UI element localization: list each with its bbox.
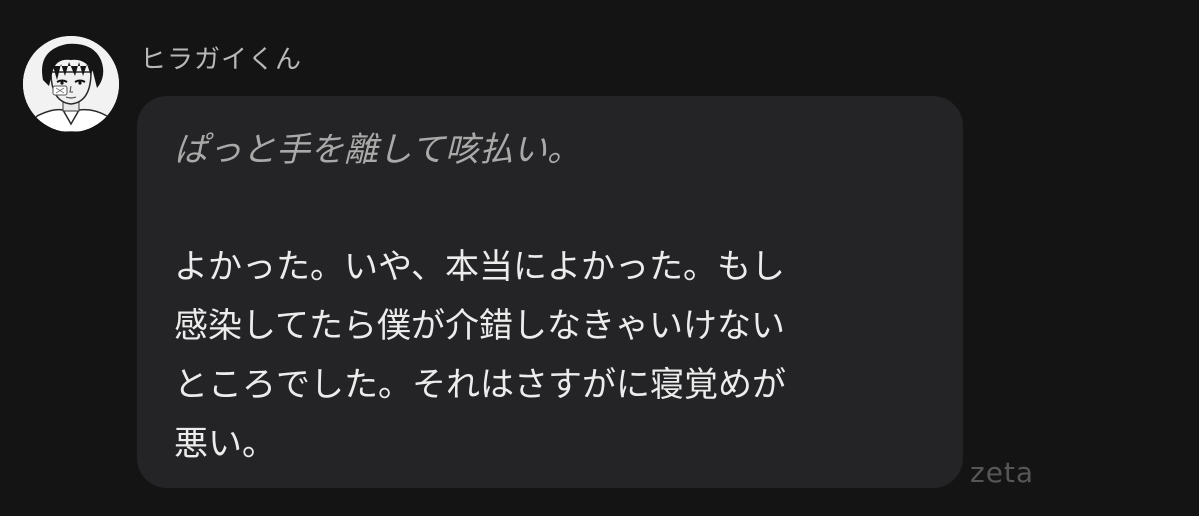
- sender-avatar[interactable]: [23, 36, 119, 132]
- message-speech-line: 感染してたら僕が介錯しなきゃいけない: [174, 306, 785, 346]
- message-speech-line: 悪い。: [174, 424, 276, 464]
- character-portrait-icon: [23, 36, 119, 132]
- message-speech-line: ところでした。それはさすがに寝覚めが: [174, 365, 786, 405]
- sender-name: ヒラガイくん: [140, 45, 303, 75]
- message-speech-line: よかった。いや、本当によかった。もし: [174, 247, 785, 287]
- message-action-text: ぱっと手を離して咳払い。: [174, 130, 581, 170]
- message-bubble: ぱっと手を離して咳払い。 よかった。いや、本当によかった。もし 感染してたら僕が…: [137, 96, 963, 488]
- watermark-text: zeta: [970, 456, 1035, 489]
